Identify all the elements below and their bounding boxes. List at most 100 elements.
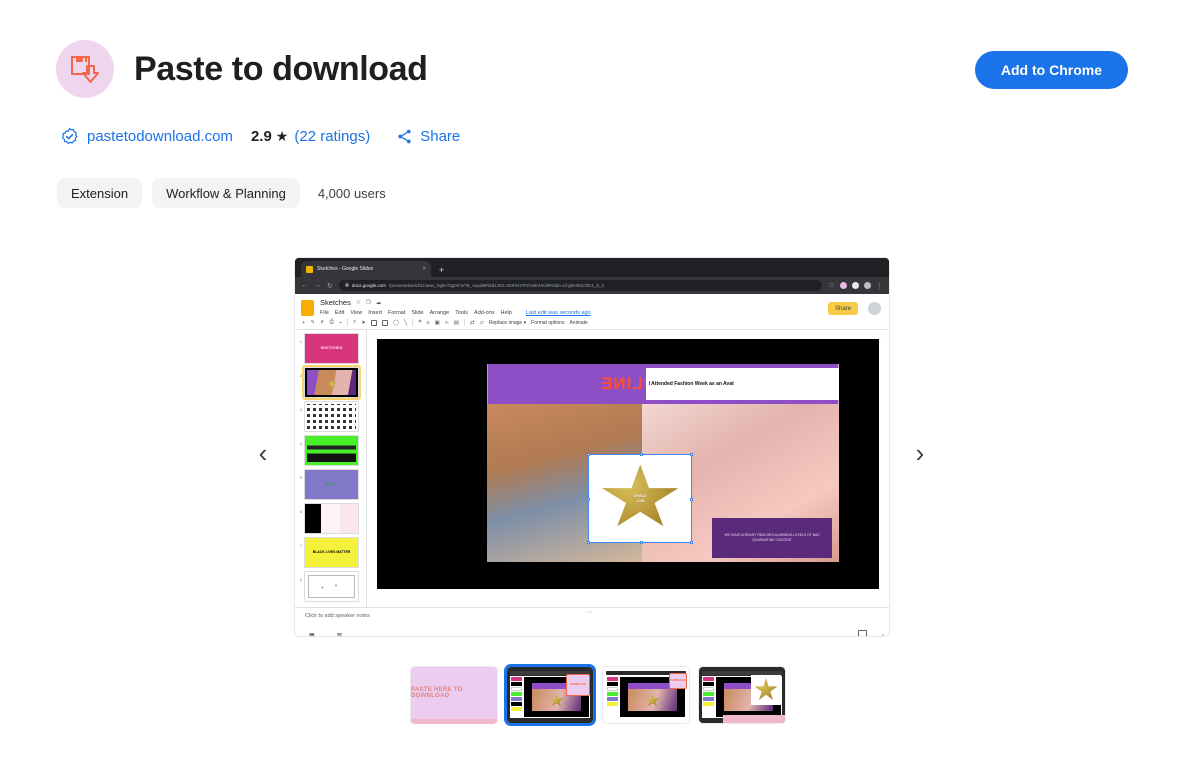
slide-filmstrip[interactable]: 1 SKETCHES 2 xyxy=(295,330,367,607)
resize-handle[interactable] xyxy=(690,541,693,544)
slides-share-button[interactable]: Share xyxy=(828,302,858,315)
menu-addons[interactable]: Add-ons xyxy=(474,310,495,316)
resize-handle[interactable] xyxy=(587,541,590,544)
slide-thumbnail[interactable]: time :-) xyxy=(304,469,359,500)
textbox-icon[interactable] xyxy=(371,320,377,326)
thumbnail-paste-here[interactable]: PASTE HERE TO DOWNLOAD xyxy=(410,666,498,724)
mini-filmstrip xyxy=(510,676,523,718)
paste-to-download-extension-icon[interactable] xyxy=(840,282,847,289)
selected-star-image[interactable]: GREAT JOB xyxy=(589,455,691,542)
format-options-button[interactable]: Format options xyxy=(531,320,564,326)
browser-menu-icon[interactable]: ⋮ xyxy=(876,282,883,290)
paint-format-icon[interactable]: ⌁ xyxy=(339,320,342,326)
chip-extension[interactable]: Extension xyxy=(57,178,142,208)
crop-icon[interactable]: ⌗ xyxy=(418,319,421,326)
filmstrip-slide[interactable]: 3 xyxy=(297,401,364,432)
current-slide[interactable]: VERY ONLINE I Attended Fashion Week as a… xyxy=(487,364,838,562)
shape-icon[interactable]: ◯ xyxy=(393,320,399,326)
grid-view-icon[interactable]: ▦ xyxy=(309,632,315,636)
reload-icon[interactable]: ↻ xyxy=(327,282,333,290)
redo-icon[interactable]: ↱ xyxy=(320,320,325,326)
browser-tab[interactable]: Sketches - Google Slides × xyxy=(301,261,431,277)
close-icon[interactable]: × xyxy=(422,266,426,272)
menu-file[interactable]: File xyxy=(320,310,329,316)
last-edit-status[interactable]: Last edit was seconds ago xyxy=(526,310,591,316)
slide-thumbnail[interactable] xyxy=(304,571,359,602)
select-cursor-icon[interactable]: ➤ xyxy=(361,320,366,326)
menu-help[interactable]: Help xyxy=(501,310,512,316)
avatar[interactable] xyxy=(868,302,881,315)
menu-tools[interactable]: Tools xyxy=(455,310,468,316)
add-slide-icon[interactable]: + xyxy=(302,320,305,326)
star-icon[interactable]: ☆ xyxy=(356,300,361,306)
speaker-notes-pane[interactable]: ••• Click to add speaker notes ‹ ▦ ▥ xyxy=(295,607,889,636)
forward-icon[interactable]: → xyxy=(314,282,321,289)
line-icon[interactable]: ╲ xyxy=(404,320,407,326)
chevron-left-icon[interactable]: ‹ xyxy=(248,433,278,473)
filmstrip-slide[interactable]: 2 xyxy=(297,367,364,398)
slide-thumbnail[interactable]: SKETCHES xyxy=(304,333,359,364)
mini-browser: DOWNLOAD xyxy=(507,667,593,723)
chip-workflow-planning[interactable]: Workflow & Planning xyxy=(152,178,300,208)
slide-number: 6 xyxy=(297,503,302,514)
resize-handle[interactable] xyxy=(690,498,693,501)
mini-browser xyxy=(699,667,785,723)
mask-icon[interactable]: ▣ xyxy=(435,320,440,326)
resize-handle[interactable] xyxy=(587,498,590,501)
resize-handle[interactable] xyxy=(587,453,590,456)
thumbnail-slides-popup[interactable]: DOWNLOAD xyxy=(506,666,594,724)
bookmark-star-icon[interactable]: ☆ xyxy=(828,282,835,289)
profile-avatar-icon[interactable] xyxy=(864,282,871,289)
border-color-icon[interactable]: ▱ xyxy=(480,320,484,326)
menu-edit[interactable]: Edit xyxy=(335,310,344,316)
resize-handle[interactable] xyxy=(640,453,643,456)
slide-thumbnail[interactable] xyxy=(304,503,359,534)
developer-domain-link[interactable]: pastetodownload.com xyxy=(87,128,233,145)
thumbnail-slides-small-popup[interactable]: DOWNLOAD xyxy=(602,666,690,724)
collapse-sidebar-icon[interactable]: ‹ xyxy=(882,633,884,636)
menu-format[interactable]: Format xyxy=(388,310,405,316)
resize-handle[interactable] xyxy=(640,541,643,544)
link-icon[interactable]: ∞ xyxy=(445,320,449,326)
share-icon xyxy=(396,128,413,145)
menu-arrange[interactable]: Arrange xyxy=(430,310,450,316)
slides-document-title[interactable]: Sketches xyxy=(320,298,351,307)
explore-button[interactable] xyxy=(858,630,867,636)
extension-puzzle-icon[interactable] xyxy=(852,282,859,289)
filmstrip-slide[interactable]: 4 xyxy=(297,435,364,466)
replace-image-button[interactable]: Replace image ▾ xyxy=(489,320,526,326)
share-button[interactable]: Share xyxy=(396,128,460,145)
new-tab-icon[interactable]: + xyxy=(439,266,444,277)
slide-stage[interactable]: VERY ONLINE I Attended Fashion Week as a… xyxy=(377,339,879,589)
slide-thumbnail-selected[interactable] xyxy=(304,367,359,398)
address-bar[interactable]: docs.google.com /presentation/d/1Caew_Xg… xyxy=(339,280,822,291)
print-icon[interactable]: ⎙ xyxy=(329,319,333,326)
menu-slide[interactable]: Slide xyxy=(411,310,423,316)
resize-handle[interactable] xyxy=(690,453,693,456)
filmstrip-slide[interactable]: 1 SKETCHES xyxy=(297,333,364,364)
move-folder-icon[interactable]: ❐ xyxy=(366,300,371,306)
transition-icon[interactable]: ⇄ xyxy=(470,320,475,326)
drag-handle[interactable]: ••• xyxy=(586,609,598,611)
filmstrip-view-icon[interactable]: ▥ xyxy=(337,632,343,636)
filmstrip-slide[interactable]: 8 xyxy=(297,571,364,602)
filmstrip-slide[interactable]: 7 BLACK LIVES MATTER xyxy=(297,537,364,568)
slide-thumbnail[interactable]: BLACK LIVES MATTER xyxy=(304,537,359,568)
menu-insert[interactable]: Insert xyxy=(368,310,382,316)
add-to-chrome-button[interactable]: Add to Chrome xyxy=(975,51,1128,89)
slide-thumbnail[interactable] xyxy=(304,435,359,466)
slide-thumbnail[interactable] xyxy=(304,401,359,432)
rating-count-link[interactable]: (22 ratings) xyxy=(294,128,370,145)
animate-button[interactable]: Animate xyxy=(569,320,587,326)
insert-image-icon[interactable] xyxy=(382,320,388,326)
back-icon[interactable]: ← xyxy=(301,282,308,289)
comment-icon[interactable]: ▤ xyxy=(454,320,459,326)
align-icon[interactable]: ≡ xyxy=(426,320,429,326)
zoom-icon[interactable]: ⌕ xyxy=(353,319,356,326)
chevron-right-icon[interactable]: › xyxy=(905,433,935,473)
thumbnail-slides-star[interactable] xyxy=(698,666,786,724)
undo-icon[interactable]: ↰ xyxy=(310,320,315,326)
menu-view[interactable]: View xyxy=(350,310,362,316)
filmstrip-slide[interactable]: 6 xyxy=(297,503,364,534)
filmstrip-slide[interactable]: 5 time :-) xyxy=(297,469,364,500)
